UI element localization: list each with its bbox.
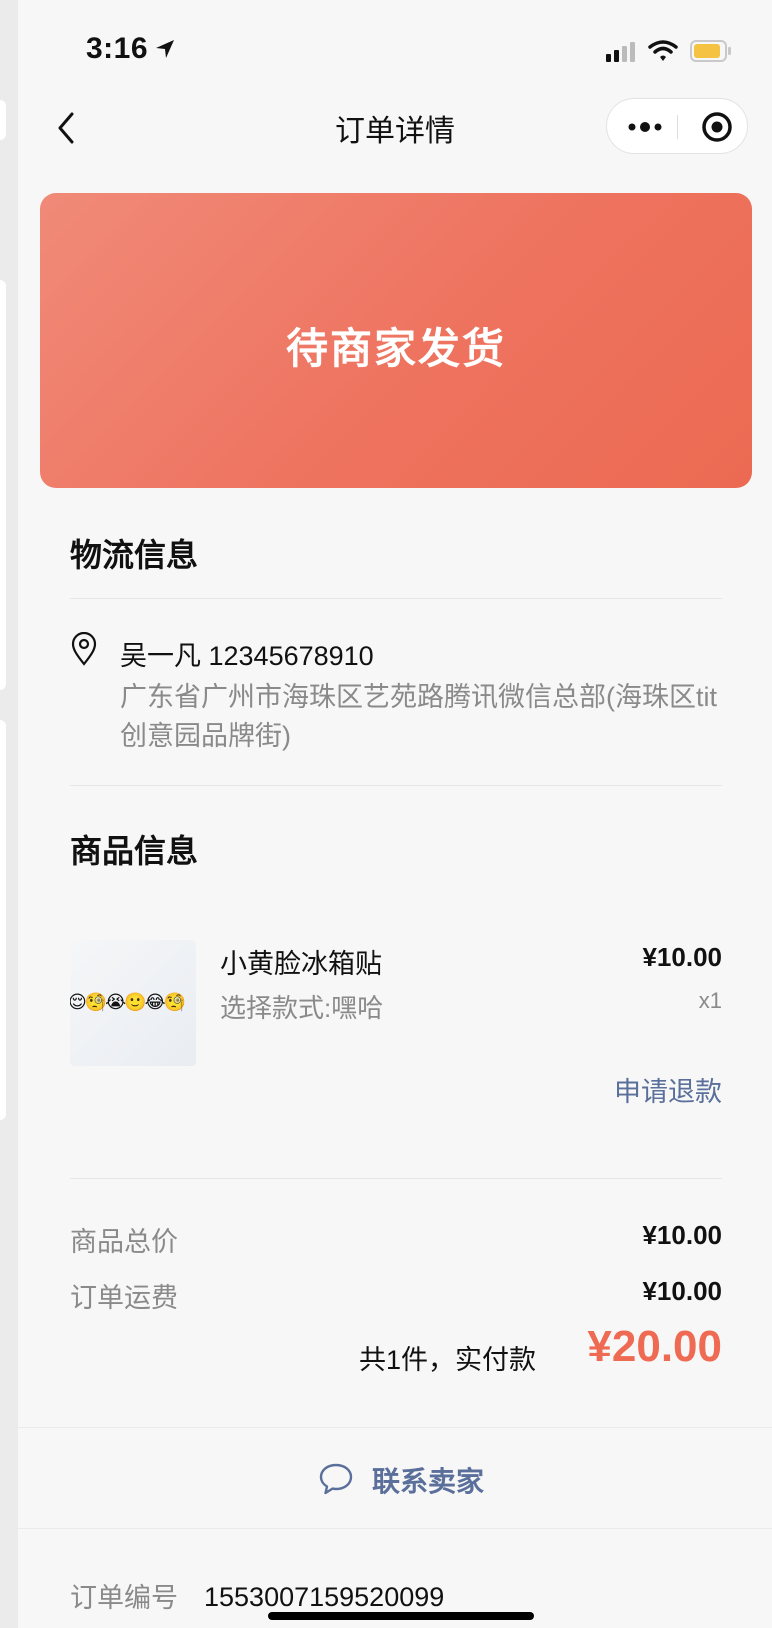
contact-seller-button[interactable]: 联系卖家 — [18, 1427, 772, 1529]
goods-total-label: 商品总价 — [70, 1227, 178, 1257]
receiver-name-phone: 吴一凡 12345678910 — [120, 641, 374, 671]
background-card-edge — [0, 280, 6, 690]
divider — [70, 785, 722, 786]
contact-seller-label: 联系卖家 — [372, 1466, 485, 1497]
background-card-edge — [0, 100, 6, 140]
product-name[interactable]: 小黄脸冰箱贴 — [220, 942, 382, 981]
goods-section-title: 商品信息 — [70, 833, 199, 869]
logistics-section-title: 物流信息 — [70, 537, 199, 573]
cellular-signal-icon — [606, 42, 635, 62]
close-target-icon[interactable] — [701, 111, 733, 143]
total-paid-label: 共1件，实付款 — [358, 1345, 536, 1375]
shipping-address: 广东省广州市海珠区艺苑路腾讯微信总部(海珠区tit创意园品牌街) — [120, 682, 717, 751]
order-number-label: 订单编号 — [70, 1583, 178, 1613]
battery-icon — [690, 40, 731, 62]
divider — [70, 598, 722, 599]
goods-total-value: ¥10.00 — [642, 1220, 722, 1250]
order-status-text: 待商家发货 — [285, 325, 506, 372]
location-pin-icon — [71, 632, 97, 666]
miniprogram-capsule — [606, 98, 748, 154]
shipping-fee-label: 订单运费 — [70, 1283, 178, 1313]
capsule-divider — [677, 115, 678, 139]
home-indicator[interactable] — [268, 1612, 534, 1620]
location-arrow-icon — [156, 40, 174, 58]
divider — [70, 1178, 722, 1179]
product-thumbnail-emoji: 😌🧐😭🙂😂🧐 — [70, 992, 186, 1012]
product-spec: 选择款式:嘿哈 — [220, 993, 384, 1023]
product-thumbnail[interactable]: 😌🧐😭🙂😂🧐 — [70, 940, 196, 1066]
chat-bubble-icon — [319, 1463, 353, 1495]
order-status-banner: 待商家发货 — [40, 193, 752, 488]
refund-button[interactable]: 申请退款 — [614, 1070, 722, 1109]
wifi-icon — [648, 40, 678, 61]
order-detail-screen: 3:16 订单详情 待商家发货 物流信息 吴一凡 12345678910 广东省… — [18, 0, 772, 1628]
order-number-value: 1553007159520099 — [204, 1582, 445, 1612]
product-quantity: x1 — [698, 988, 722, 1013]
more-dots-icon[interactable] — [627, 117, 663, 137]
total-paid-value: ¥20.00 — [587, 1322, 722, 1371]
product-price: ¥10.00 — [642, 942, 722, 972]
background-card-edge — [0, 720, 6, 1120]
status-time: 3:16 — [86, 32, 149, 65]
shipping-fee-value: ¥10.00 — [642, 1276, 722, 1306]
